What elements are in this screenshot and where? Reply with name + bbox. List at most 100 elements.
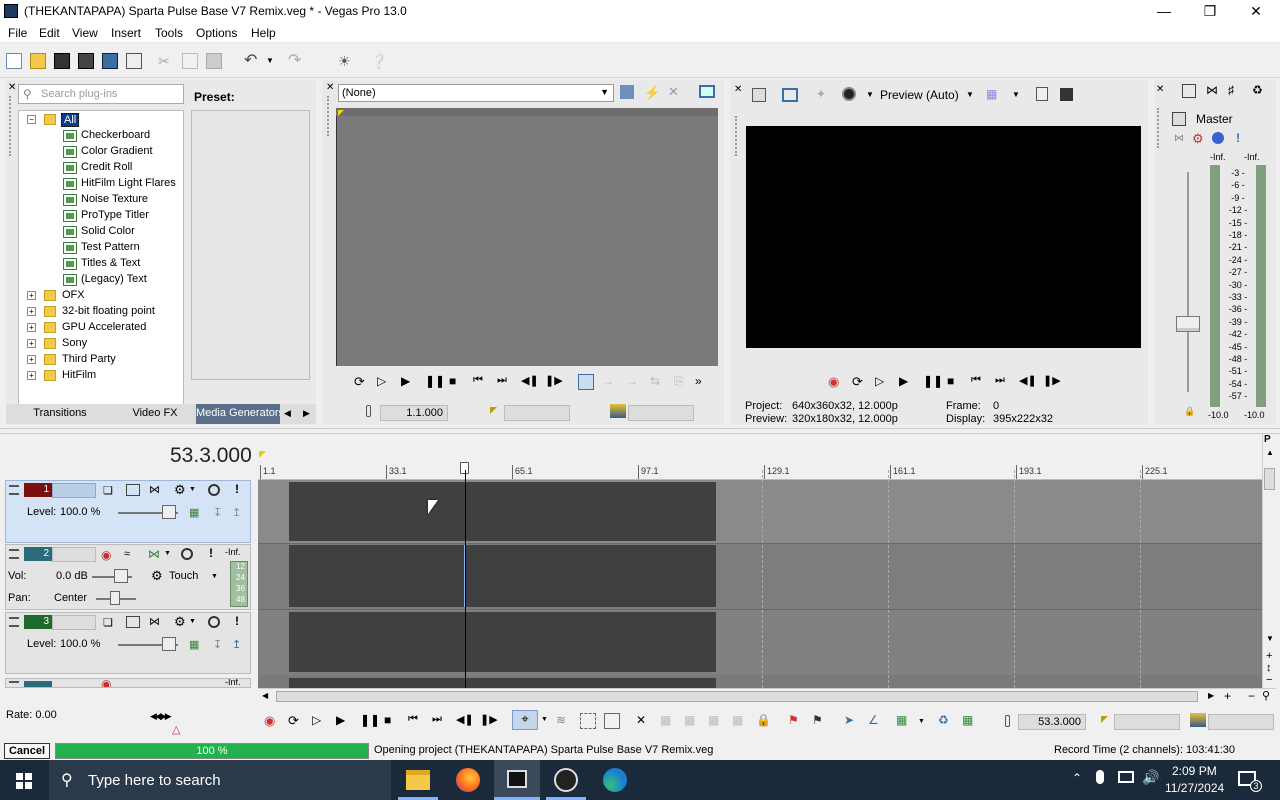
master-fader-handle[interactable]: [1176, 316, 1200, 332]
menu-tools[interactable]: Tools: [155, 26, 183, 40]
vegas-taskbar-button[interactable]: [494, 760, 540, 800]
panel-grip[interactable]: [735, 116, 743, 156]
preset-list[interactable]: [191, 110, 310, 380]
motion-icon[interactable]: [126, 616, 140, 628]
tab-scroll-right-icon[interactable]: ▶: [303, 408, 310, 419]
track-header-1[interactable]: 1 ❏ ⋈ ⚙ ▼ ! Level: 100.0 % ▦ ↧ ↥: [5, 480, 251, 543]
track-fx-dropdown-icon[interactable]: ▼: [164, 550, 171, 557]
paste-icon[interactable]: [206, 53, 222, 69]
microphone-icon[interactable]: [1096, 770, 1104, 784]
insert-marker-icon[interactable]: ⚑: [788, 713, 804, 729]
trimmer-in-field[interactable]: [504, 405, 570, 421]
lock-icon[interactable]: 🔒: [1184, 406, 1195, 417]
cancel-button[interactable]: Cancel: [4, 743, 50, 759]
menu-view[interactable]: View: [72, 26, 98, 40]
overlays-dropdown-icon[interactable]: ▼: [1012, 90, 1020, 99]
mute-icon[interactable]: [181, 548, 193, 560]
timeline-ruler[interactable]: [258, 448, 1262, 480]
expand-track-icon[interactable]: ↧: [213, 506, 222, 519]
overwrite-icon[interactable]: [578, 374, 594, 390]
invert-phase-icon[interactable]: ≈: [124, 548, 130, 560]
event-region[interactable]: [289, 482, 716, 541]
expand-icon[interactable]: +: [27, 355, 36, 364]
split-icon[interactable]: ⎘: [674, 374, 690, 390]
play-from-start-icon[interactable]: ▷: [875, 374, 891, 390]
normal-edit-tool-icon[interactable]: ⌖: [512, 710, 538, 730]
zoom-in-h-icon[interactable]: +: [1224, 689, 1231, 703]
pause-icon[interactable]: ❚❚: [923, 374, 943, 390]
track-name-field[interactable]: [52, 547, 96, 562]
trim-start-icon[interactable]: ▦: [684, 713, 700, 729]
zoom-in-icon[interactable]: +: [1266, 650, 1272, 662]
arm-record-icon[interactable]: ◉: [101, 548, 111, 562]
envelope-icon[interactable]: ▦: [189, 638, 199, 651]
automation-mode[interactable]: Touch: [169, 570, 198, 582]
lock-envelopes-icon[interactable]: ∠: [868, 713, 884, 729]
mute-icon[interactable]: [1212, 132, 1224, 144]
expand-track-icon[interactable]: ↧: [213, 638, 222, 651]
start-button[interactable]: [0, 760, 48, 800]
firefox-icon[interactable]: [456, 768, 480, 792]
envelope-tool-icon[interactable]: ≋: [556, 713, 572, 729]
event-region[interactable]: [289, 545, 716, 607]
close-panel-icon[interactable]: ✕: [326, 82, 334, 93]
event-region[interactable]: [289, 678, 716, 688]
pause-icon[interactable]: ❚❚: [360, 713, 380, 729]
play-icon[interactable]: ▶: [899, 374, 915, 390]
preview-quality-label[interactable]: Preview (Auto): [880, 88, 959, 102]
menu-file[interactable]: File: [8, 26, 27, 40]
play-from-start-icon[interactable]: ▷: [312, 713, 328, 729]
edge-icon[interactable]: [603, 768, 627, 792]
delete-icon[interactable]: ✕: [636, 713, 652, 729]
taskbar-search-box[interactable]: ⚲ Type here to search: [49, 760, 391, 800]
play-icon[interactable]: ▶: [336, 713, 352, 729]
previous-frame-icon[interactable]: ◀❚: [521, 374, 539, 390]
undo-dropdown-icon[interactable]: ▼: [266, 53, 276, 69]
zoom-tool-icon[interactable]: ⚲: [1262, 689, 1270, 702]
plugin-search-box[interactable]: ⚲ Search plug-ins: [18, 84, 184, 104]
cursor-position[interactable]: 53.3.000: [170, 444, 252, 468]
show-hidden-icons-chevron[interactable]: ⌃: [1072, 771, 1082, 785]
minimize-button[interactable]: —: [1141, 0, 1187, 23]
zoom-out-icon[interactable]: −: [1266, 674, 1272, 686]
close-button[interactable]: ✕: [1233, 0, 1279, 23]
zoom-out-h-icon[interactable]: −: [1248, 689, 1255, 703]
composite-mode-icon[interactable]: ❏: [103, 616, 113, 629]
close-panel-icon[interactable]: ✕: [1156, 84, 1164, 95]
timeline-horizontal-scrollbar[interactable]: ◀ ▶ + − ⚲: [258, 688, 1276, 704]
more-options-icon[interactable]: »: [695, 374, 711, 390]
selection-length-field[interactable]: [1208, 714, 1274, 730]
meter-options-icon[interactable]: ♻: [1252, 83, 1263, 97]
previous-frame-icon[interactable]: ◀❚: [456, 713, 474, 729]
collapse-track-icon[interactable]: ↥: [232, 506, 241, 519]
panel-grip[interactable]: [1157, 108, 1165, 148]
add-to-timeline-icon[interactable]: →: [626, 374, 642, 390]
preview-properties-icon[interactable]: [752, 88, 766, 102]
solo-icon[interactable]: !: [1236, 131, 1240, 145]
track-fx-icon[interactable]: ⚙: [174, 482, 186, 498]
collapse-track-icon[interactable]: ↥: [232, 638, 241, 651]
undo-icon[interactable]: ↶: [244, 53, 260, 69]
loop-icon[interactable]: ⟳: [354, 374, 370, 390]
insert-region-icon[interactable]: ⚑: [812, 713, 828, 729]
video-preview-screen[interactable]: [746, 126, 1141, 348]
whats-this-help-icon[interactable]: ❔: [370, 53, 387, 69]
motion-icon[interactable]: [126, 484, 140, 496]
solo-icon[interactable]: !: [209, 546, 213, 560]
pan-slider-handle[interactable]: [110, 591, 120, 605]
arm-record-icon[interactable]: ◉: [101, 679, 111, 687]
go-to-end-icon[interactable]: ⏭: [995, 374, 1011, 390]
expand-icon[interactable]: +: [27, 291, 36, 300]
panel-grip[interactable]: [9, 96, 17, 156]
network-icon[interactable]: [1118, 771, 1134, 783]
loop-icon[interactable]: ⟳: [852, 374, 868, 390]
fit-icon[interactable]: ⇆: [650, 374, 666, 390]
play-from-start-icon[interactable]: ▷: [377, 374, 393, 390]
next-frame-icon[interactable]: ❚▶: [1043, 374, 1061, 390]
track-grip-icon[interactable]: [9, 549, 19, 559]
record-icon[interactable]: ◉: [828, 374, 844, 390]
track-header-4[interactable]: ◉ -Inf.: [5, 678, 251, 688]
split-screen-icon[interactable]: [842, 87, 856, 101]
dim-output-icon[interactable]: ♯: [1228, 83, 1234, 97]
taskbar-time[interactable]: 2:09 PM: [1172, 764, 1217, 778]
